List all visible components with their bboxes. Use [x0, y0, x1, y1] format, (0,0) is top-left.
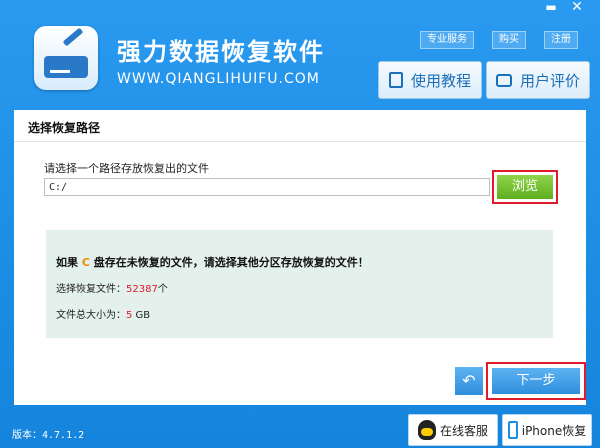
- app-window: ▬ ✕ 强力数据恢复软件 WWW.QIANGLIHUIFU.COM 专业服务 购…: [0, 0, 600, 448]
- review-button[interactable]: 用户评价: [486, 61, 590, 99]
- tutorial-label: 使用教程: [410, 71, 471, 90]
- browse-button[interactable]: 浏览: [497, 175, 553, 199]
- info-box: 如果 C 盘存在未恢复的文件，请选择其他分区存放恢复的文件！ 选择恢复文件：52…: [46, 230, 553, 338]
- online-service-label: 在线客服: [439, 423, 488, 438]
- document-icon: [388, 72, 403, 88]
- wrench-icon: [62, 27, 84, 47]
- online-service-button[interactable]: 在线客服: [408, 414, 498, 446]
- app-logo: [34, 26, 98, 90]
- close-button[interactable]: ✕: [566, 0, 588, 16]
- section-title: 选择恢复路径: [28, 121, 101, 135]
- main-panel: 选择恢复路径 请选择一个路径存放恢复出的文件 C:/ 浏览 如果 C 盘存在未恢…: [14, 110, 586, 405]
- tutorial-button[interactable]: 使用教程: [378, 61, 482, 99]
- file-size-line: 文件总大小为：5 GB: [56, 310, 151, 321]
- drive-letter: C: [81, 256, 90, 269]
- top-links: 专业服务 购买 注册: [420, 31, 582, 49]
- next-button[interactable]: 下一步: [492, 368, 580, 394]
- drive-icon: [44, 56, 88, 78]
- iphone-recovery-button[interactable]: iPhone恢复: [502, 414, 592, 446]
- path-input[interactable]: C:/: [44, 178, 490, 196]
- divider: [14, 141, 586, 142]
- review-label: 用户评价: [519, 71, 580, 90]
- qq-icon: [417, 420, 436, 440]
- version-label: 版本：4.7.1.2: [12, 430, 85, 441]
- chat-icon: [495, 73, 512, 87]
- file-count-line: 选择恢复文件：52387个: [56, 284, 168, 295]
- link-pro-service[interactable]: 专业服务: [420, 31, 474, 49]
- phone-icon: [507, 421, 518, 439]
- file-count: 52387: [126, 284, 158, 295]
- next-highlight: 下一步: [486, 362, 586, 400]
- browse-highlight: 浏览: [492, 170, 558, 204]
- warning-text: 如果 C 盘存在未恢复的文件，请选择其他分区存放恢复的文件！: [56, 256, 369, 269]
- back-button[interactable]: ↶: [455, 367, 483, 395]
- app-url: WWW.QIANGLIHUIFU.COM: [117, 71, 320, 87]
- link-buy[interactable]: 购买: [492, 31, 526, 49]
- minimize-button[interactable]: ▬: [540, 0, 562, 16]
- link-register[interactable]: 注册: [544, 31, 578, 49]
- iphone-recovery-label: iPhone恢复: [521, 423, 587, 438]
- app-title: 强力数据恢复软件: [117, 38, 325, 66]
- path-label: 请选择一个路径存放恢复出的文件: [44, 162, 209, 175]
